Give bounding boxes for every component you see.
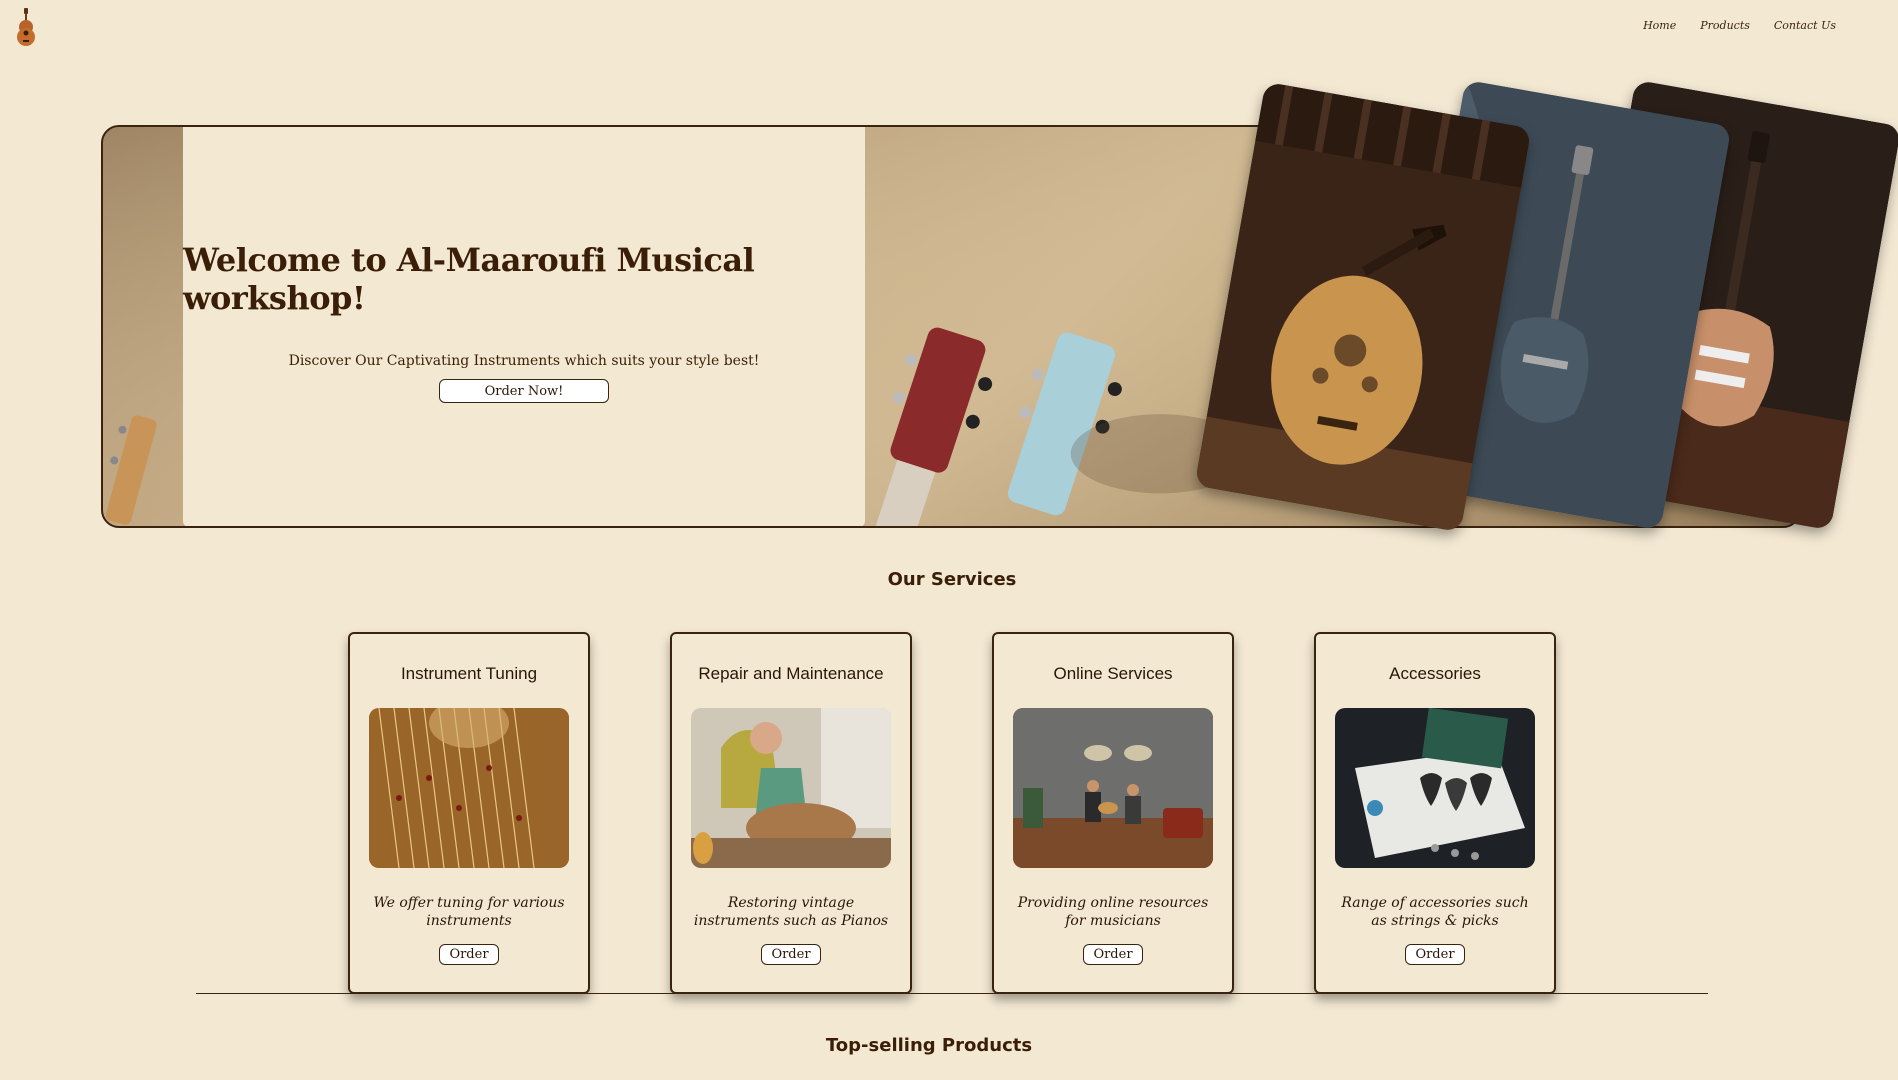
service-card-accessories: Accessories Range of accessories such as… (1314, 632, 1556, 994)
nav-contact-us[interactable]: Contact Us (1774, 19, 1836, 32)
services-cards: Instrument Tuning We offer tuning for va… (348, 632, 1556, 994)
hero-subtitle: Discover Our Captivating Instruments whi… (288, 353, 760, 369)
section-divider (196, 993, 1708, 994)
order-accessories-button[interactable]: Order (1405, 944, 1465, 965)
order-now-button[interactable]: Order Now! (439, 379, 609, 403)
service-card-tuning: Instrument Tuning We offer tuning for va… (348, 632, 590, 994)
main-nav: Home Products Contact Us (1643, 19, 1836, 32)
service-card-online: Online Services Providing online resourc… (992, 632, 1234, 994)
hero-text-panel: Welcome to Al-Maaroufi Musical workshop!… (183, 127, 865, 526)
order-repair-button[interactable]: Order (761, 944, 821, 965)
nav-home[interactable]: Home (1643, 19, 1676, 32)
musicians-studio-image (1013, 708, 1213, 868)
harp-strings-image (369, 708, 569, 868)
service-title: Online Services (1053, 664, 1173, 683)
order-tuning-button[interactable]: Order (439, 944, 499, 965)
service-description: Restoring vintage instruments such as Pi… (693, 895, 889, 929)
guitar-logo-icon[interactable] (12, 8, 40, 46)
service-description: Providing online resources for musicians (1017, 895, 1209, 929)
luthier-workshop-image (691, 708, 891, 868)
top-selling-title: Top-selling Products (825, 1035, 1033, 1056)
hero-title: Welcome to Al-Maaroufi Musical workshop! (183, 241, 755, 317)
order-online-button[interactable]: Order (1083, 944, 1143, 965)
service-description: Range of accessories such as strings & p… (1341, 895, 1529, 929)
guitar-picks-image (1335, 708, 1535, 868)
service-title: Repair and Maintenance (698, 664, 884, 683)
service-description: We offer tuning for various instruments (373, 895, 565, 929)
nav-products[interactable]: Products (1700, 19, 1750, 32)
service-card-repair: Repair and Maintenance Restoring vintage… (670, 632, 912, 994)
service-title: Accessories (1389, 664, 1481, 683)
service-title: Instrument Tuning (400, 664, 538, 683)
services-title: Our Services (887, 569, 1017, 590)
